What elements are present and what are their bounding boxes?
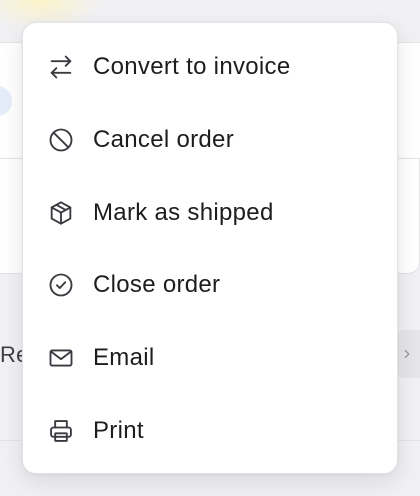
ban-icon [47, 126, 75, 154]
menu-item-convert-to-invoice[interactable]: Convert to invoice [23, 31, 397, 104]
menu-item-label: Close order [93, 271, 221, 299]
menu-item-label: Email [93, 344, 155, 372]
menu-item-label: Cancel order [93, 126, 235, 154]
menu-item-email[interactable]: Email [23, 322, 397, 395]
menu-item-mark-as-shipped[interactable]: Mark as shipped [23, 176, 397, 249]
printer-icon [47, 417, 75, 445]
order-actions-menu: Convert to invoice Cancel order Mark as … [22, 22, 398, 474]
menu-item-label: Mark as shipped [93, 198, 274, 226]
menu-item-cancel-order[interactable]: Cancel order [23, 104, 397, 177]
menu-item-label: Convert to invoice [93, 53, 291, 81]
menu-item-print[interactable]: Print [23, 394, 397, 467]
menu-item-close-order[interactable]: Close order [23, 249, 397, 322]
chevron-right-icon [404, 349, 410, 359]
menu-item-label: Print [93, 416, 144, 444]
arrows-left-right-icon [47, 53, 75, 81]
check-circle-icon [47, 271, 75, 299]
package-icon [47, 199, 75, 227]
mail-icon [47, 344, 75, 372]
background-next-button[interactable] [396, 330, 420, 378]
